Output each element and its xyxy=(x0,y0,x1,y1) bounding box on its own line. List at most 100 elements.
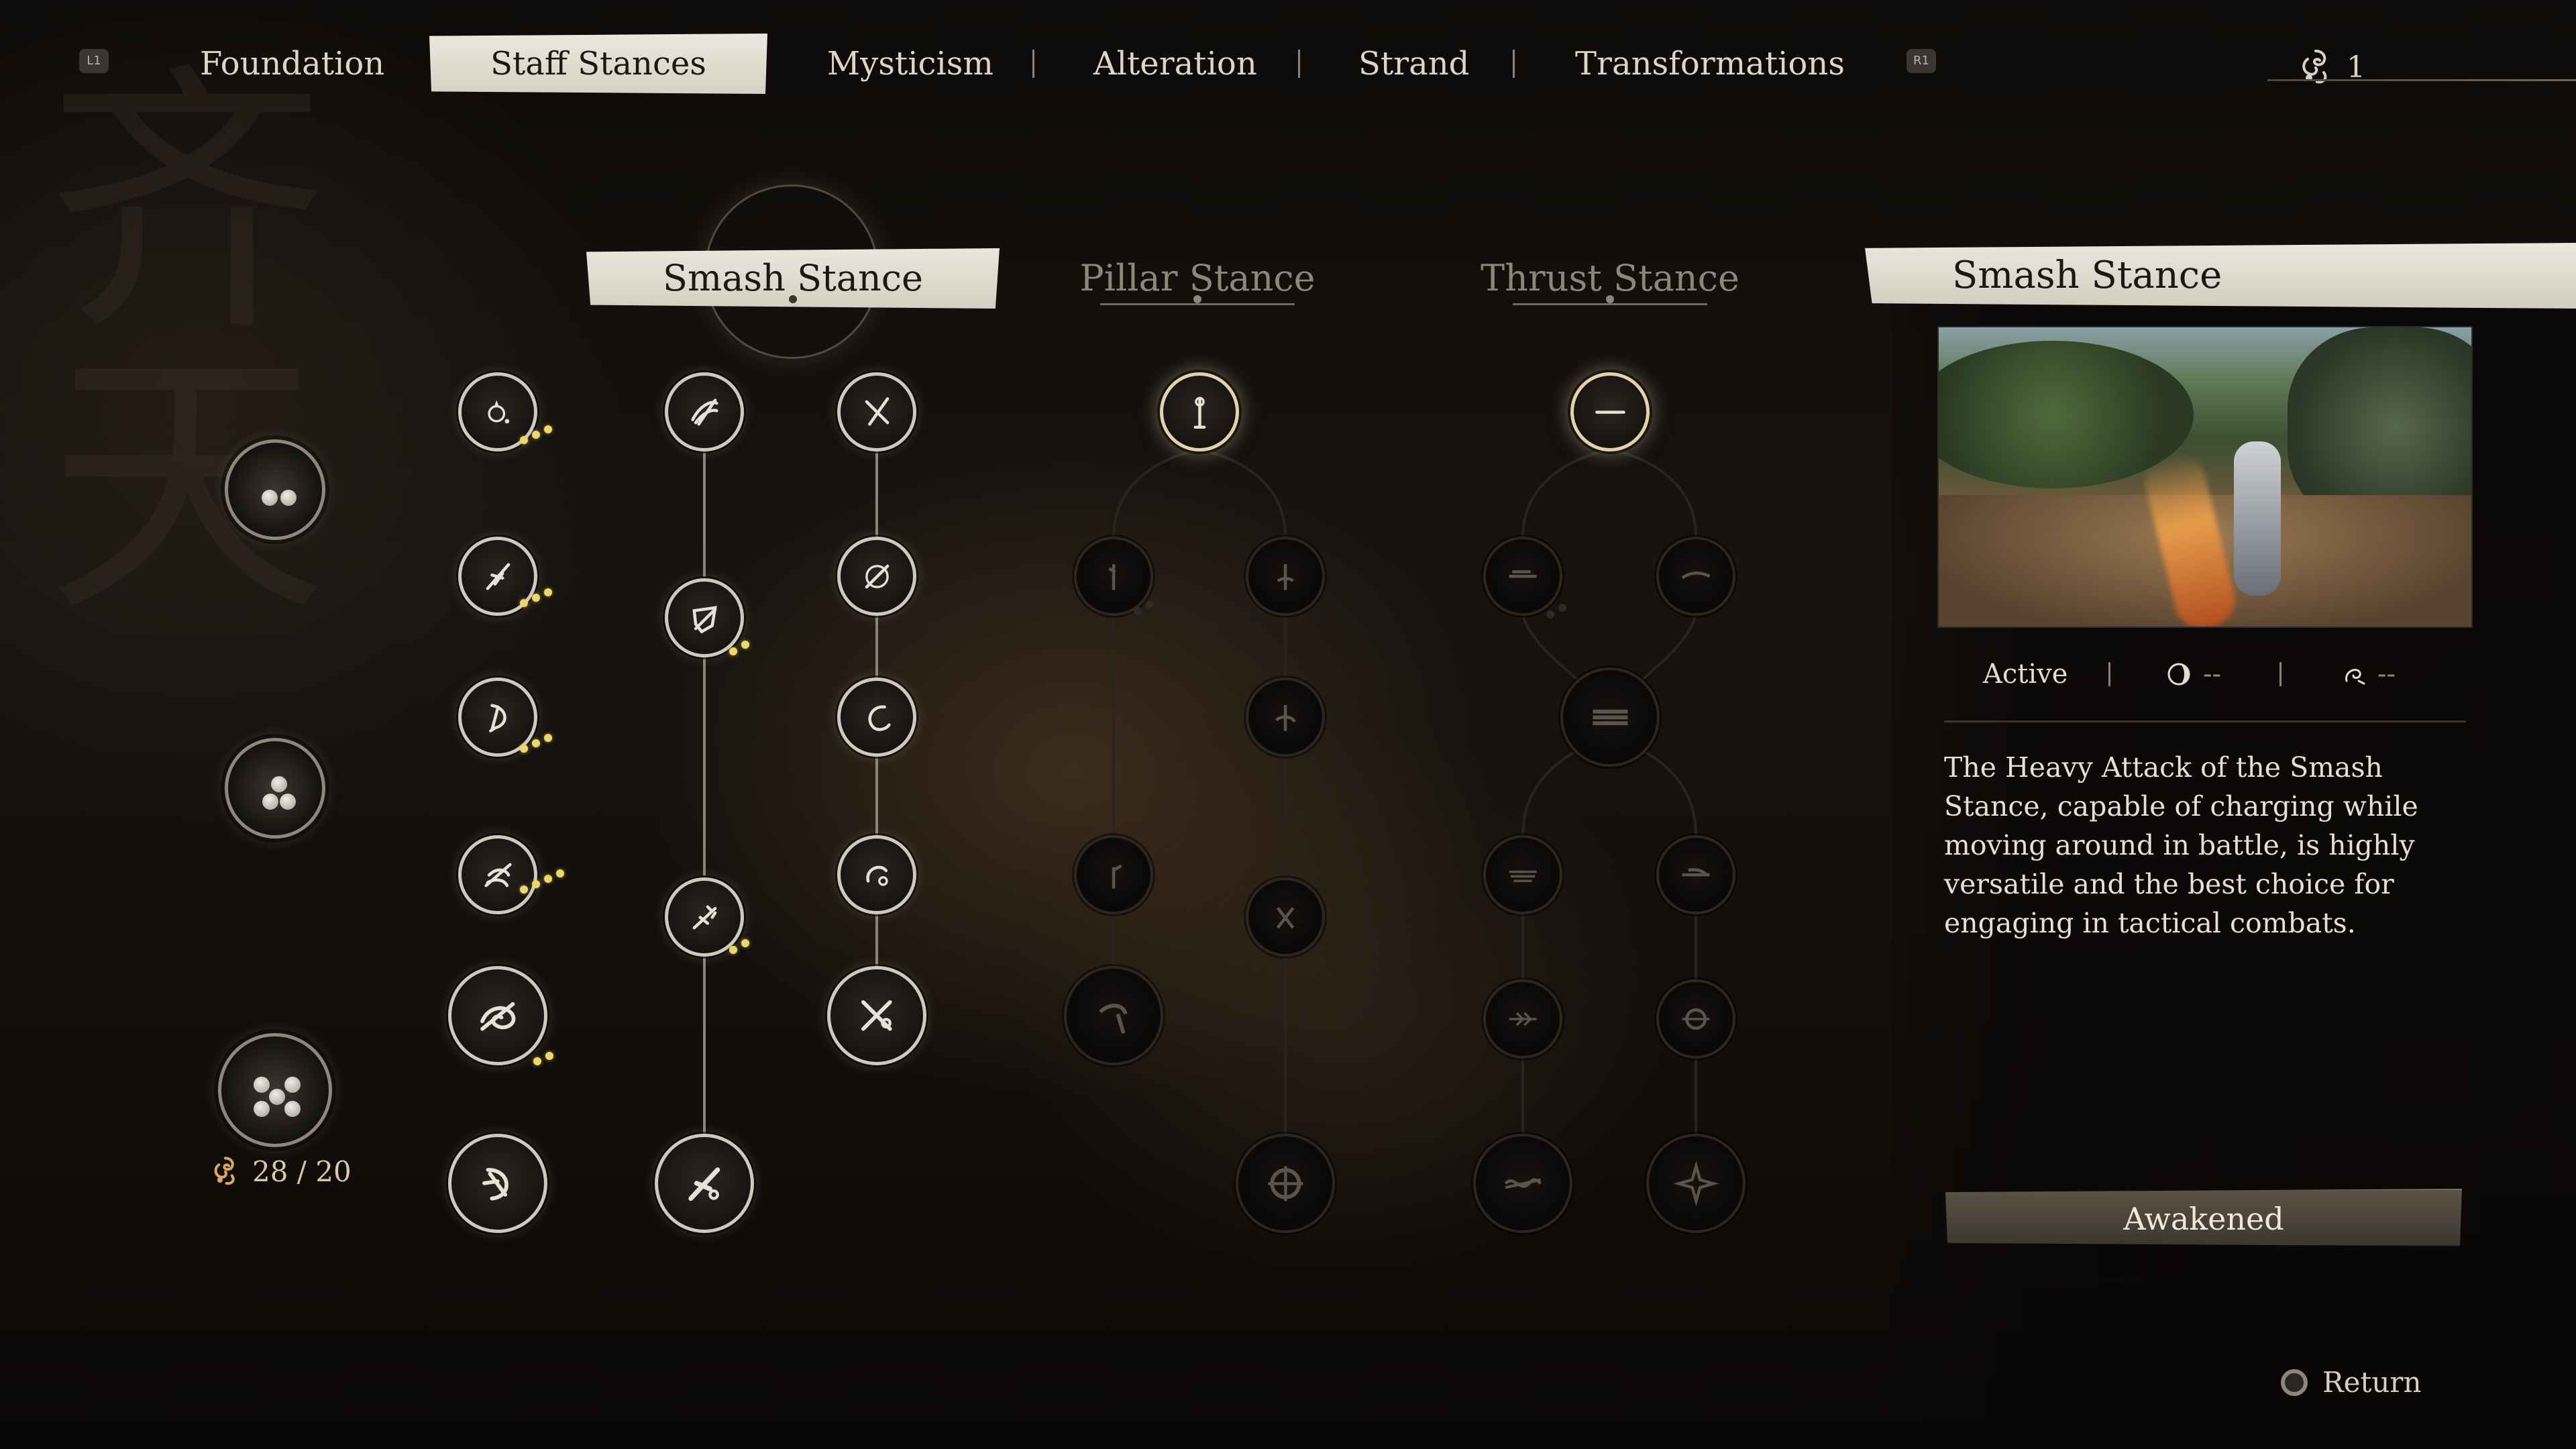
skill-node-smash-c1[interactable] xyxy=(837,372,916,451)
staff-orb-icon xyxy=(688,1167,720,1201)
skill-node-smash-a5[interactable] xyxy=(448,966,547,1065)
skill-node-pillar-r3[interactable] xyxy=(1246,877,1325,957)
thrust-ring-icon xyxy=(1682,1008,1710,1030)
skill-node-smash-c3[interactable] xyxy=(837,678,916,757)
skill-node-smash-c5[interactable] xyxy=(827,966,926,1065)
status-label-wrap: Active xyxy=(1983,659,2068,690)
stat-separator xyxy=(2279,662,2282,686)
awakened-button[interactable]: Awakened xyxy=(1945,1189,2462,1246)
detail-title: Smash Stance xyxy=(1865,243,2576,309)
tab-transformations[interactable]: Transformations xyxy=(1575,34,1845,94)
r1-button-hint: R1 xyxy=(1907,49,1936,73)
swirl-cost-icon xyxy=(2345,669,2365,685)
l1-button-hint: L1 xyxy=(79,49,109,73)
deflect-icon xyxy=(865,564,889,588)
skill-preview-image xyxy=(1937,326,2473,628)
crossed-staves-icon xyxy=(865,396,889,426)
spirit-points: 28 / 20 xyxy=(208,1154,352,1189)
skill-node-thrust-l3[interactable] xyxy=(1483,979,1562,1059)
stance-dot xyxy=(1193,295,1201,303)
tab-alteration[interactable]: Alteration xyxy=(1093,34,1257,94)
stance-header-label: Thrust Stance xyxy=(1481,257,1739,299)
thrust-triple-icon xyxy=(1592,709,1628,725)
stance-header-smash[interactable]: Smash Stance xyxy=(586,248,1000,309)
upgrade-pips xyxy=(520,588,552,607)
skill-node-thrust-l1[interactable] xyxy=(1483,537,1562,616)
thrust-feather-icon xyxy=(1509,1012,1537,1026)
pillar-cross-icon xyxy=(1276,906,1295,929)
skill-node-thrust-r4[interactable] xyxy=(1646,1134,1746,1233)
upgrade-pips xyxy=(729,641,749,655)
upgrade-pips xyxy=(533,1052,553,1065)
skill-node-pillar-l2[interactable] xyxy=(1074,835,1153,914)
stance-seal-tier-2[interactable] xyxy=(225,738,325,839)
skill-node-thrust-r1[interactable] xyxy=(1656,537,1735,616)
skill-node-smash-c4[interactable] xyxy=(837,835,916,914)
stance-header-pillar[interactable]: Pillar Stance xyxy=(1046,248,1348,309)
skill-node-thrust-l4[interactable] xyxy=(1473,1134,1572,1233)
upgrade-pips xyxy=(1134,600,1154,615)
stance-seal-tier-1[interactable] xyxy=(225,439,325,540)
stance-header-label: Smash Stance xyxy=(663,257,923,299)
thrust-dash-icon xyxy=(1509,570,1537,578)
skill-node-thrust-mid[interactable] xyxy=(1560,667,1660,767)
upgrade-pips xyxy=(520,734,552,753)
whirlwind-icon xyxy=(690,398,718,426)
upgrade-pips xyxy=(1546,604,1566,619)
shield-staff-icon xyxy=(692,605,717,633)
stance-seal-tier-3[interactable] xyxy=(218,1033,332,1147)
hook-swing-icon xyxy=(488,703,506,733)
leaping-strike-icon xyxy=(692,905,716,929)
tab-foundation[interactable]: Foundation xyxy=(200,34,384,94)
skill-node-pillar-r4[interactable] xyxy=(1236,1134,1335,1233)
pillar-sweep-icon xyxy=(1098,1003,1128,1034)
dragon-swirl-icon xyxy=(480,1002,516,1031)
circle-button-icon xyxy=(2281,1368,2308,1396)
skill-node-thrust-root[interactable] xyxy=(1570,372,1650,451)
upgrade-pips xyxy=(729,939,749,954)
tab-mysticism[interactable]: Mysticism xyxy=(827,34,994,94)
skill-node-pillar-l1[interactable] xyxy=(1074,537,1153,616)
top-nav: L1 Foundation Staff Stances Mysticism Al… xyxy=(0,27,2576,101)
pillar-climb-icon xyxy=(1108,564,1116,590)
spiral-orb-icon xyxy=(865,865,888,886)
stance-dot xyxy=(1606,295,1614,303)
skill-node-thrust-r3[interactable] xyxy=(1656,979,1735,1059)
return-button[interactable]: Return xyxy=(2281,1366,2422,1399)
thrust-barrage-icon xyxy=(1509,870,1537,882)
skill-node-smash-c2[interactable] xyxy=(837,537,916,616)
skill-node-smash-b4[interactable] xyxy=(655,1134,754,1233)
thrust-wave-icon xyxy=(1681,571,1711,580)
pillar-spin-icon xyxy=(1277,564,1294,590)
skill-node-pillar-l3[interactable] xyxy=(1064,966,1163,1065)
stance-header-label: Pillar Stance xyxy=(1079,257,1316,299)
crossed-flame-icon xyxy=(861,1000,892,1031)
skill-node-pillar-r1[interactable] xyxy=(1246,537,1325,616)
pillar-kick-icon xyxy=(1112,864,1122,889)
stat-separator xyxy=(2108,662,2110,686)
skill-node-pillar-root[interactable] xyxy=(1160,372,1239,451)
pillar-burst-icon xyxy=(1267,1165,1303,1201)
stat-2-value: -- xyxy=(2377,659,2396,690)
stance-header-thrust[interactable]: Thrust Stance xyxy=(1456,248,1764,309)
stat-1: -- xyxy=(2165,659,2221,690)
thrust-star-icon xyxy=(1673,1161,1719,1206)
tab-staff-stances[interactable]: Staff Stances xyxy=(429,34,767,94)
skill-node-pillar-r2[interactable] xyxy=(1246,678,1325,757)
stat-2: -- xyxy=(2340,659,2396,690)
return-label: Return xyxy=(2322,1366,2422,1399)
skill-node-smash-b1[interactable] xyxy=(665,372,744,451)
detail-stats-row: Active -- -- xyxy=(1937,647,2473,701)
skill-node-thrust-l2[interactable] xyxy=(1483,835,1562,914)
stat-1-value: -- xyxy=(2203,659,2222,690)
skill-node-smash-a4[interactable] xyxy=(458,835,537,914)
upgrade-pips xyxy=(520,869,564,894)
skill-node-thrust-r2[interactable] xyxy=(1656,835,1735,914)
tab-strand[interactable]: Strand xyxy=(1358,34,1469,94)
skill-node-smash-a6[interactable] xyxy=(448,1134,547,1233)
currency-display: 1 xyxy=(2294,40,2365,94)
skill-node-smash-b2[interactable] xyxy=(665,578,744,657)
skill-node-smash-b3[interactable] xyxy=(665,877,744,957)
thrust-pierce-icon xyxy=(1682,868,1710,877)
skill-description: The Heavy Attack of the Smash Stance, ca… xyxy=(1944,751,2418,939)
